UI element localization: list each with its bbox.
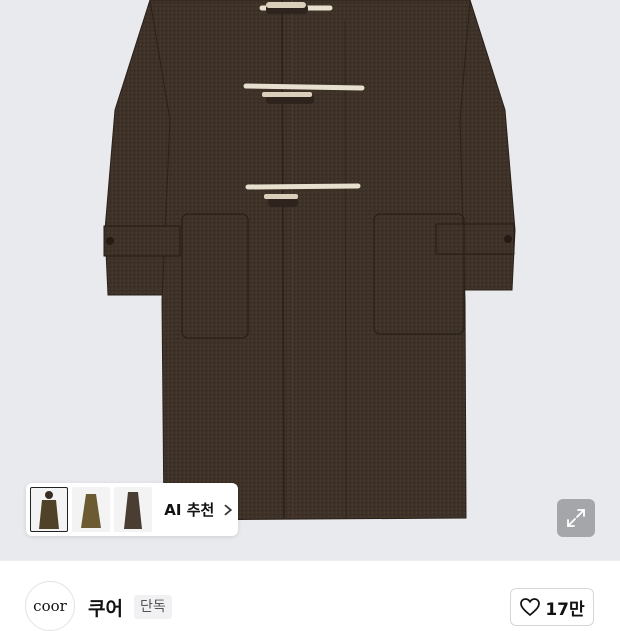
store-logo[interactable]: coor xyxy=(25,581,75,631)
ai-thumbnail-1[interactable] xyxy=(30,487,69,532)
ai-thumbnail-3[interactable] xyxy=(114,487,153,532)
ai-recommend-label[interactable]: AI 추천 xyxy=(164,499,214,520)
like-button[interactable]: 17만 xyxy=(510,588,594,626)
product-image[interactable]: AI 추천 xyxy=(0,0,620,560)
ai-thumbnail-2[interactable] xyxy=(72,487,111,532)
ai-recommend-panel[interactable]: AI 추천 xyxy=(26,483,238,536)
heart-outline-icon xyxy=(520,598,541,617)
brown-coat-thumbnail xyxy=(124,491,143,529)
store-bar: coor 쿠어 단독 17만 xyxy=(0,560,620,631)
coat-image xyxy=(103,0,516,521)
expand-icon xyxy=(567,509,585,527)
expand-button[interactable] xyxy=(557,499,595,537)
dark-coat-model-thumbnail xyxy=(39,490,60,529)
olive-coat-thumbnail xyxy=(81,493,102,528)
like-count: 17만 xyxy=(545,599,585,620)
store-logo-text: coor xyxy=(33,597,67,615)
exclusive-badge: 단독 xyxy=(134,595,172,619)
store-name[interactable]: 쿠어 xyxy=(88,594,123,621)
chevron-right-icon[interactable] xyxy=(222,503,234,517)
